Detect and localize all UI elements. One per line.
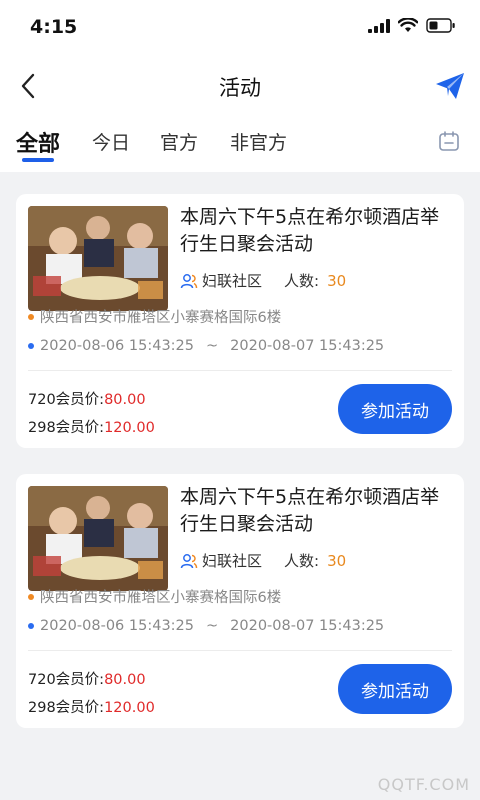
time-separator: ~ [206,618,219,634]
address-dot [28,313,34,320]
organizer: 妇联社区 [180,270,262,291]
organizer-name: 妇联社区 [202,552,263,570]
count-label: 人数: [284,552,320,570]
activity-photo [28,206,168,311]
calendar-button[interactable] [438,130,464,156]
price-720: 720会员价:80.00 [28,388,146,409]
wifi-icon [398,18,418,32]
activity-time: 2020-08-06 15:43:25 ~ 2020-08-07 15:43:2… [28,618,384,634]
activity-card[interactable]: 本周六下午5点在希尔顿酒店举行生日聚会活动 妇联社区 人数: 30 陕西省西安市雁… [16,194,464,448]
activity-title: 本周六下午5点在希尔顿酒店举行生日聚会活动 [180,486,440,535]
battery-icon [426,18,455,33]
organizer: 妇联社区 [180,550,262,571]
nav-bar: 活动 [0,56,480,116]
start-time: 2020-08-06 15:43:25 [40,618,194,634]
participant-count: 人数: 30 [284,550,346,571]
time-dot [28,343,34,349]
people-icon [180,553,198,568]
address-text: 陕西省西安市雁塔区小寨赛格国际6楼 [40,590,282,606]
people-icon [180,273,198,288]
status-bar: 4:15 [0,0,480,56]
status-time: 4:15 [30,16,78,38]
join-activity-button[interactable]: 参加活动 [338,384,452,434]
address-dot [28,593,34,600]
price-720-value: 80.00 [104,672,146,688]
price-298: 298会员价:120.00 [28,416,155,437]
time-separator: ~ [206,338,219,354]
tab-unofficial[interactable]: 非官方 [230,128,287,155]
price-720-label: 720会员价: [28,672,105,688]
count-value: 30 [327,552,347,570]
send-button[interactable] [432,68,468,104]
tab-all[interactable]: 全部 [16,126,60,158]
card-divider [28,650,452,651]
send-icon [436,73,464,99]
price-720: 720会员价:80.00 [28,668,146,689]
activity-card[interactable]: 本周六下午5点在希尔顿酒店举行生日聚会活动 妇联社区 人数: 30 陕西省西安市雁… [16,474,464,728]
signal-icon [368,18,390,33]
price-298-label: 298会员价: [28,420,105,436]
active-tab-indicator [22,158,54,162]
time-dot [28,623,34,629]
price-298: 298会员价:120.00 [28,696,155,717]
tab-today[interactable]: 今日 [92,128,130,155]
end-time: 2020-08-07 15:43:25 [230,618,385,634]
price-720-label: 720会员价: [28,392,105,408]
join-activity-button[interactable]: 参加活动 [338,664,452,714]
status-icons [368,18,456,33]
price-298-label: 298会员价: [28,700,105,716]
activity-photo [28,486,168,591]
tab-official[interactable]: 官方 [160,128,198,155]
start-time: 2020-08-06 15:43:25 [40,338,194,354]
address-text: 陕西省西安市雁塔区小寨赛格国际6楼 [40,310,282,326]
price-720-value: 80.00 [104,392,146,408]
page-title: 活动 [219,76,261,100]
tabs-bar: 全部 今日 官方 非官方 [0,116,480,172]
count-label: 人数: [284,272,320,290]
price-298-value: 120.00 [104,700,155,716]
activity-title: 本周六下午5点在希尔顿酒店举行生日聚会活动 [180,206,440,255]
count-value: 30 [327,272,347,290]
card-divider [28,370,452,371]
price-298-value: 120.00 [104,420,155,436]
watermark: QQTF.COM [377,775,470,794]
end-time: 2020-08-07 15:43:25 [230,338,385,354]
activity-address: 陕西省西安市雁塔区小寨赛格国际6楼 [28,306,281,327]
calendar-icon [439,131,459,151]
organizer-name: 妇联社区 [202,272,263,290]
participant-count: 人数: 30 [284,270,346,291]
activity-time: 2020-08-06 15:43:25 ~ 2020-08-07 15:43:2… [28,338,384,354]
activity-address: 陕西省西安市雁塔区小寨赛格国际6楼 [28,586,281,607]
